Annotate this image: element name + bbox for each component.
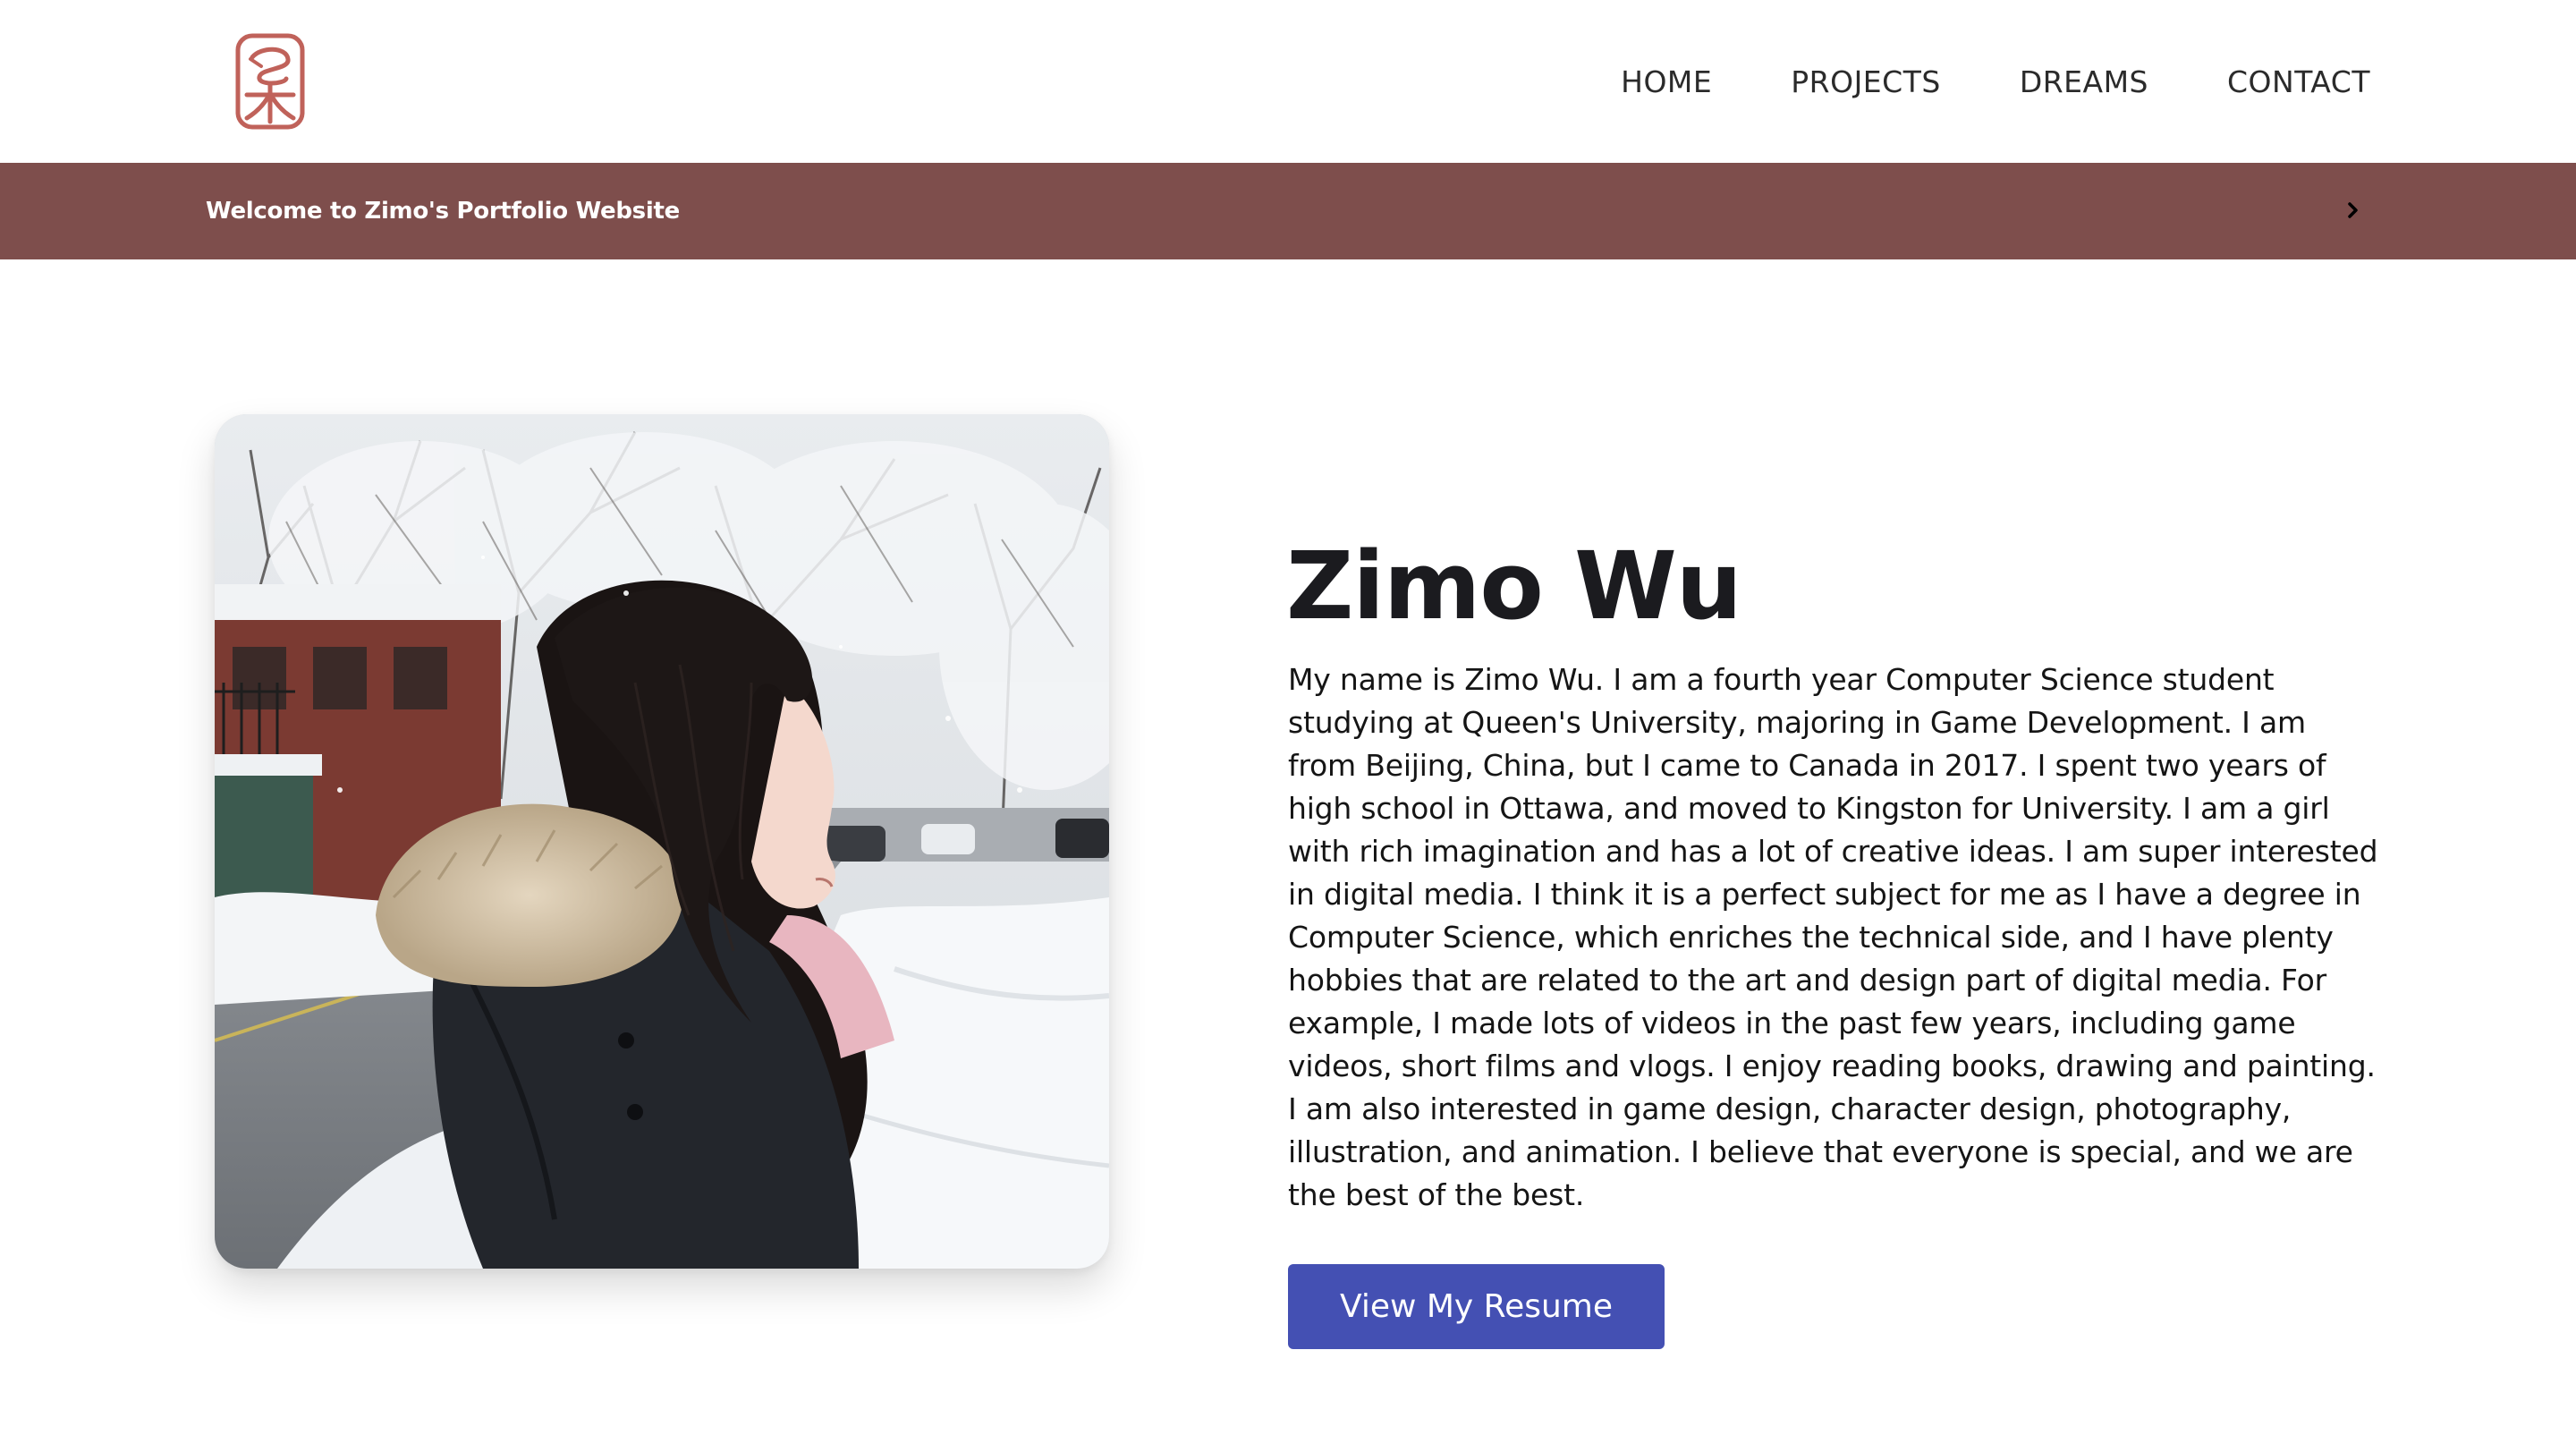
main-nav: HOME PROJECTS DREAMS CONTACT [1621,0,2370,163]
chevron-right-icon[interactable] [2340,197,2367,224]
view-resume-button[interactable]: View My Resume [1288,1264,1665,1349]
profile-photo [215,414,1109,1269]
nav-home[interactable]: HOME [1621,64,1712,99]
profile-name: Zimo Wu [1286,531,1742,641]
welcome-banner: Welcome to Zimo's Portfolio Website [0,163,2576,259]
site-header: HOME PROJECTS DREAMS CONTACT [0,0,2576,163]
seal-logo[interactable] [234,32,306,131]
profile-bio: My name is Zimo Wu. I am a fourth year C… [1288,662,2378,1212]
nav-dreams[interactable]: DREAMS [2020,64,2148,99]
nav-projects[interactable]: PROJECTS [1791,64,1941,99]
banner-text: Welcome to Zimo's Portfolio Website [206,198,680,225]
nav-contact[interactable]: CONTACT [2227,64,2370,99]
